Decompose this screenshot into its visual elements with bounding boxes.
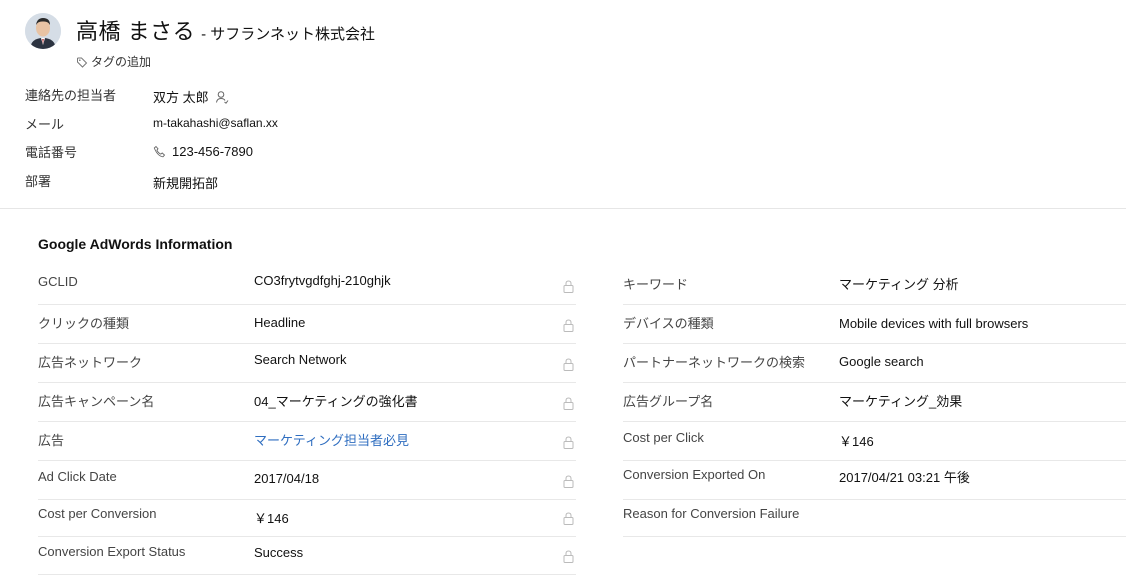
- field-label: Cost per Conversion: [38, 506, 157, 521]
- field-value: 2017/04/21 03:21 午後: [839, 470, 970, 485]
- avatar[interactable]: [25, 13, 61, 49]
- lock-icon: [563, 512, 574, 525]
- field-cost-per-click: Cost per Click ￥146: [623, 422, 1126, 461]
- field-device-type: デバイスの種類 Mobile devices with full browser…: [623, 305, 1126, 344]
- field-value: Headline: [254, 315, 306, 330]
- phone-icon[interactable]: [153, 145, 166, 158]
- field-gclid: GCLID CO3frytvgdfghj-210ghjk: [38, 266, 576, 305]
- field-label: 広告ネットワーク: [38, 355, 143, 370]
- field-value: マーケティング_効果: [839, 394, 963, 409]
- field-value: Search Network: [254, 352, 347, 367]
- field-label: Cost per Click: [623, 430, 704, 445]
- lock-icon: [563, 550, 574, 563]
- field-ad-network: 広告ネットワーク Search Network: [38, 344, 576, 383]
- contact-name: 高橋 まさる: [76, 19, 196, 44]
- lock-icon: [563, 319, 574, 332]
- lock-icon: [563, 475, 574, 488]
- detail-label: 連絡先の担当者: [25, 88, 117, 103]
- field-value: Google search: [839, 354, 924, 369]
- ad-link[interactable]: マーケティング担当者必見: [254, 430, 409, 449]
- field-label: Reason for Conversion Failure: [623, 506, 800, 521]
- contact-name-row: 高橋 まさる - サフランネット株式会社: [76, 14, 375, 46]
- detail-label: 部署: [25, 174, 52, 189]
- email-value[interactable]: m-takahashi@saflan.xx: [153, 116, 278, 130]
- detail-value: 双方 太郎: [153, 87, 229, 106]
- user-icon[interactable]: [215, 90, 229, 104]
- field-label: クリックの種類: [38, 316, 130, 331]
- phone-value[interactable]: 123-456-7890: [172, 144, 253, 159]
- field-ad-group-name: 広告グループ名 マーケティング_効果: [623, 383, 1126, 422]
- field-cost-per-conversion: Cost per Conversion ￥146: [38, 498, 576, 537]
- field-value: Mobile devices with full browsers: [839, 316, 1029, 331]
- field-label: Ad Click Date: [38, 469, 117, 484]
- lock-icon: [563, 280, 574, 293]
- field-label: 広告グループ名: [623, 394, 714, 409]
- field-conversion-failure-reason: Reason for Conversion Failure: [623, 498, 1126, 537]
- field-ad: 広告 マーケティング担当者必見: [38, 422, 576, 461]
- field-label: 広告キャンペーン名: [38, 394, 155, 409]
- field-partner-network-search: パートナーネットワークの検索 Google search: [623, 344, 1126, 383]
- field-value: 2017/04/18: [254, 471, 320, 486]
- field-label: Conversion Export Status: [38, 544, 186, 559]
- lock-icon: [563, 436, 574, 449]
- company-name: - サフランネット株式会社: [201, 26, 375, 43]
- field-value: 04_マーケティングの強化書: [254, 394, 418, 409]
- field-value: ￥146: [254, 511, 289, 526]
- add-tag-label: タグの追加: [91, 55, 152, 69]
- contact-header: 高橋 まさる - サフランネット株式会社 タグの追加 連絡先の担当者 双方 太郎 …: [0, 0, 1126, 209]
- lock-icon: [563, 397, 574, 410]
- field-campaign-name: 広告キャンペーン名 04_マーケティングの強化書: [38, 383, 576, 422]
- field-value: CO3frytvgdfghj-210ghjk: [254, 273, 391, 288]
- detail-label: 電話番号: [25, 145, 78, 160]
- detail-value: 123-456-7890: [153, 144, 253, 159]
- field-value: Success: [254, 545, 304, 560]
- lock-icon: [563, 358, 574, 371]
- owner-name[interactable]: 双方 太郎: [153, 87, 209, 106]
- field-conversion-exported-on: Conversion Exported On 2017/04/21 03:21 …: [623, 461, 1126, 500]
- field-label: キーワード: [623, 277, 689, 292]
- field-value: ￥146: [839, 434, 874, 449]
- field-click-type: クリックの種類 Headline: [38, 305, 576, 344]
- field-label: パートナーネットワークの検索: [623, 355, 806, 370]
- field-label: 広告: [38, 433, 65, 448]
- field-keyword: キーワード マーケティング 分析: [623, 266, 1126, 305]
- tag-icon: [77, 57, 88, 68]
- field-label: Conversion Exported On: [623, 467, 766, 482]
- field-ad-click-date: Ad Click Date 2017/04/18: [38, 461, 576, 500]
- adwords-section-title: Google AdWords Information: [38, 236, 233, 252]
- detail-label: メール: [25, 117, 65, 132]
- field-label: デバイスの種類: [623, 316, 714, 331]
- field-label: GCLID: [38, 274, 78, 289]
- department-value: 新規開拓部: [153, 176, 219, 191]
- add-tag-button[interactable]: タグの追加: [76, 53, 151, 70]
- field-value: マーケティング 分析: [839, 277, 959, 292]
- field-conversion-export-status: Conversion Export Status Success: [38, 536, 576, 575]
